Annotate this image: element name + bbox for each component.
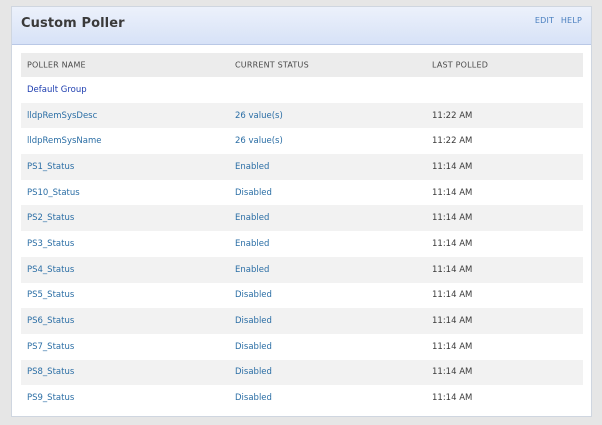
last-polled-time: 11:14 AM — [432, 367, 473, 378]
help-link[interactable]: HELP — [561, 16, 582, 25]
poller-name-link[interactable]: PS3_Status — [27, 239, 74, 249]
edit-link[interactable]: EDIT — [535, 16, 554, 25]
poller-status-link[interactable]: Disabled — [235, 367, 272, 377]
last-polled-time: 11:14 AM — [432, 341, 473, 352]
last-polled-time: 11:14 AM — [432, 316, 473, 327]
last-polled-time: 11:14 AM — [432, 187, 473, 198]
column-header-poller-name[interactable]: POLLER NAME — [27, 61, 86, 70]
poller-name-link[interactable]: PS10_Status — [27, 188, 80, 198]
header-links: EDIT HELP — [531, 16, 582, 25]
column-header-last-polled[interactable]: LAST POLLED — [432, 61, 488, 70]
last-polled-time: 11:14 AM — [432, 161, 473, 172]
poller-status-link[interactable]: Disabled — [235, 393, 272, 403]
last-polled-time: 11:14 AM — [432, 264, 473, 275]
table-row: PS4_Status Enabled 11:14 AM — [21, 256, 583, 283]
poller-name-link[interactable]: lldpRemSysName — [27, 136, 101, 146]
last-polled-time: 11:14 AM — [432, 393, 473, 404]
poller-status-link[interactable]: Enabled — [235, 162, 269, 172]
custom-poller-widget: Custom Poller EDIT HELP POLLER NAME CURR… — [11, 6, 592, 417]
table-row: PS10_Status Disabled 11:14 AM — [21, 180, 583, 206]
table-row: PS5_Status Disabled 11:14 AM — [21, 283, 583, 309]
poller-status-link[interactable]: Disabled — [235, 316, 272, 326]
table-row: PS6_Status Disabled 11:14 AM — [21, 308, 583, 334]
poller-status-link[interactable]: Enabled — [235, 265, 269, 275]
poller-name-link[interactable]: PS7_Status — [27, 342, 74, 352]
poller-status-link[interactable]: 26 value(s) — [235, 111, 283, 121]
column-header-current-status[interactable]: CURRENT STATUS — [235, 61, 309, 70]
poller-name-link[interactable]: PS2_Status — [27, 213, 74, 223]
poller-status-link[interactable]: Disabled — [235, 188, 272, 198]
poller-status-link[interactable]: Enabled — [235, 213, 269, 223]
widget-header: Custom Poller EDIT HELP — [12, 7, 591, 45]
poller-name-link[interactable]: PS1_Status — [27, 162, 74, 172]
table-header-row: POLLER NAME CURRENT STATUS LAST POLLED — [21, 53, 583, 77]
last-polled-time: 11:14 AM — [432, 238, 473, 249]
poller-name-link[interactable]: PS6_Status — [27, 316, 74, 326]
poller-name-link[interactable]: lldpRemSysDesc — [27, 111, 97, 121]
default-group-link[interactable]: Default Group — [27, 85, 87, 95]
last-polled-time: 11:14 AM — [432, 213, 473, 224]
poller-name-link[interactable]: PS8_Status — [27, 367, 74, 377]
poller-status-link[interactable]: Enabled — [235, 239, 269, 249]
table-row: PS7_Status Disabled 11:14 AM — [21, 334, 583, 360]
table-row: lldpRemSysDesc 26 value(s) 11:22 AM — [21, 102, 583, 129]
poller-table: POLLER NAME CURRENT STATUS LAST POLLED D… — [21, 53, 583, 411]
last-polled-time: 11:22 AM — [432, 110, 473, 121]
table-row: PS1_Status Enabled 11:14 AM — [21, 154, 583, 180]
poller-status-link[interactable]: Disabled — [235, 342, 272, 352]
poller-name-link[interactable]: PS9_Status — [27, 393, 74, 403]
last-polled-time: 11:22 AM — [432, 136, 473, 147]
table-row: PS2_Status Enabled 11:14 AM — [21, 205, 583, 232]
poller-name-link[interactable]: PS4_Status — [27, 265, 74, 275]
table-row: lldpRemSysName 26 value(s) 11:22 AM — [21, 128, 583, 154]
poller-name-link[interactable]: PS5_Status — [27, 290, 74, 300]
widget-title: Custom Poller — [21, 16, 125, 31]
table-row: PS8_Status Disabled 11:14 AM — [21, 359, 583, 386]
last-polled-time: 11:14 AM — [432, 290, 473, 301]
table-row: PS9_Status Disabled 11:14 AM — [21, 385, 583, 411]
poller-rows: lldpRemSysDesc 26 value(s) 11:22 AM lldpRem… — [21, 102, 583, 411]
poller-status-link[interactable]: Disabled — [235, 290, 272, 300]
poller-status-link[interactable]: 26 value(s) — [235, 136, 283, 146]
table-row: PS3_Status Enabled 11:14 AM — [21, 231, 583, 257]
group-row: Default Group — [21, 77, 583, 103]
